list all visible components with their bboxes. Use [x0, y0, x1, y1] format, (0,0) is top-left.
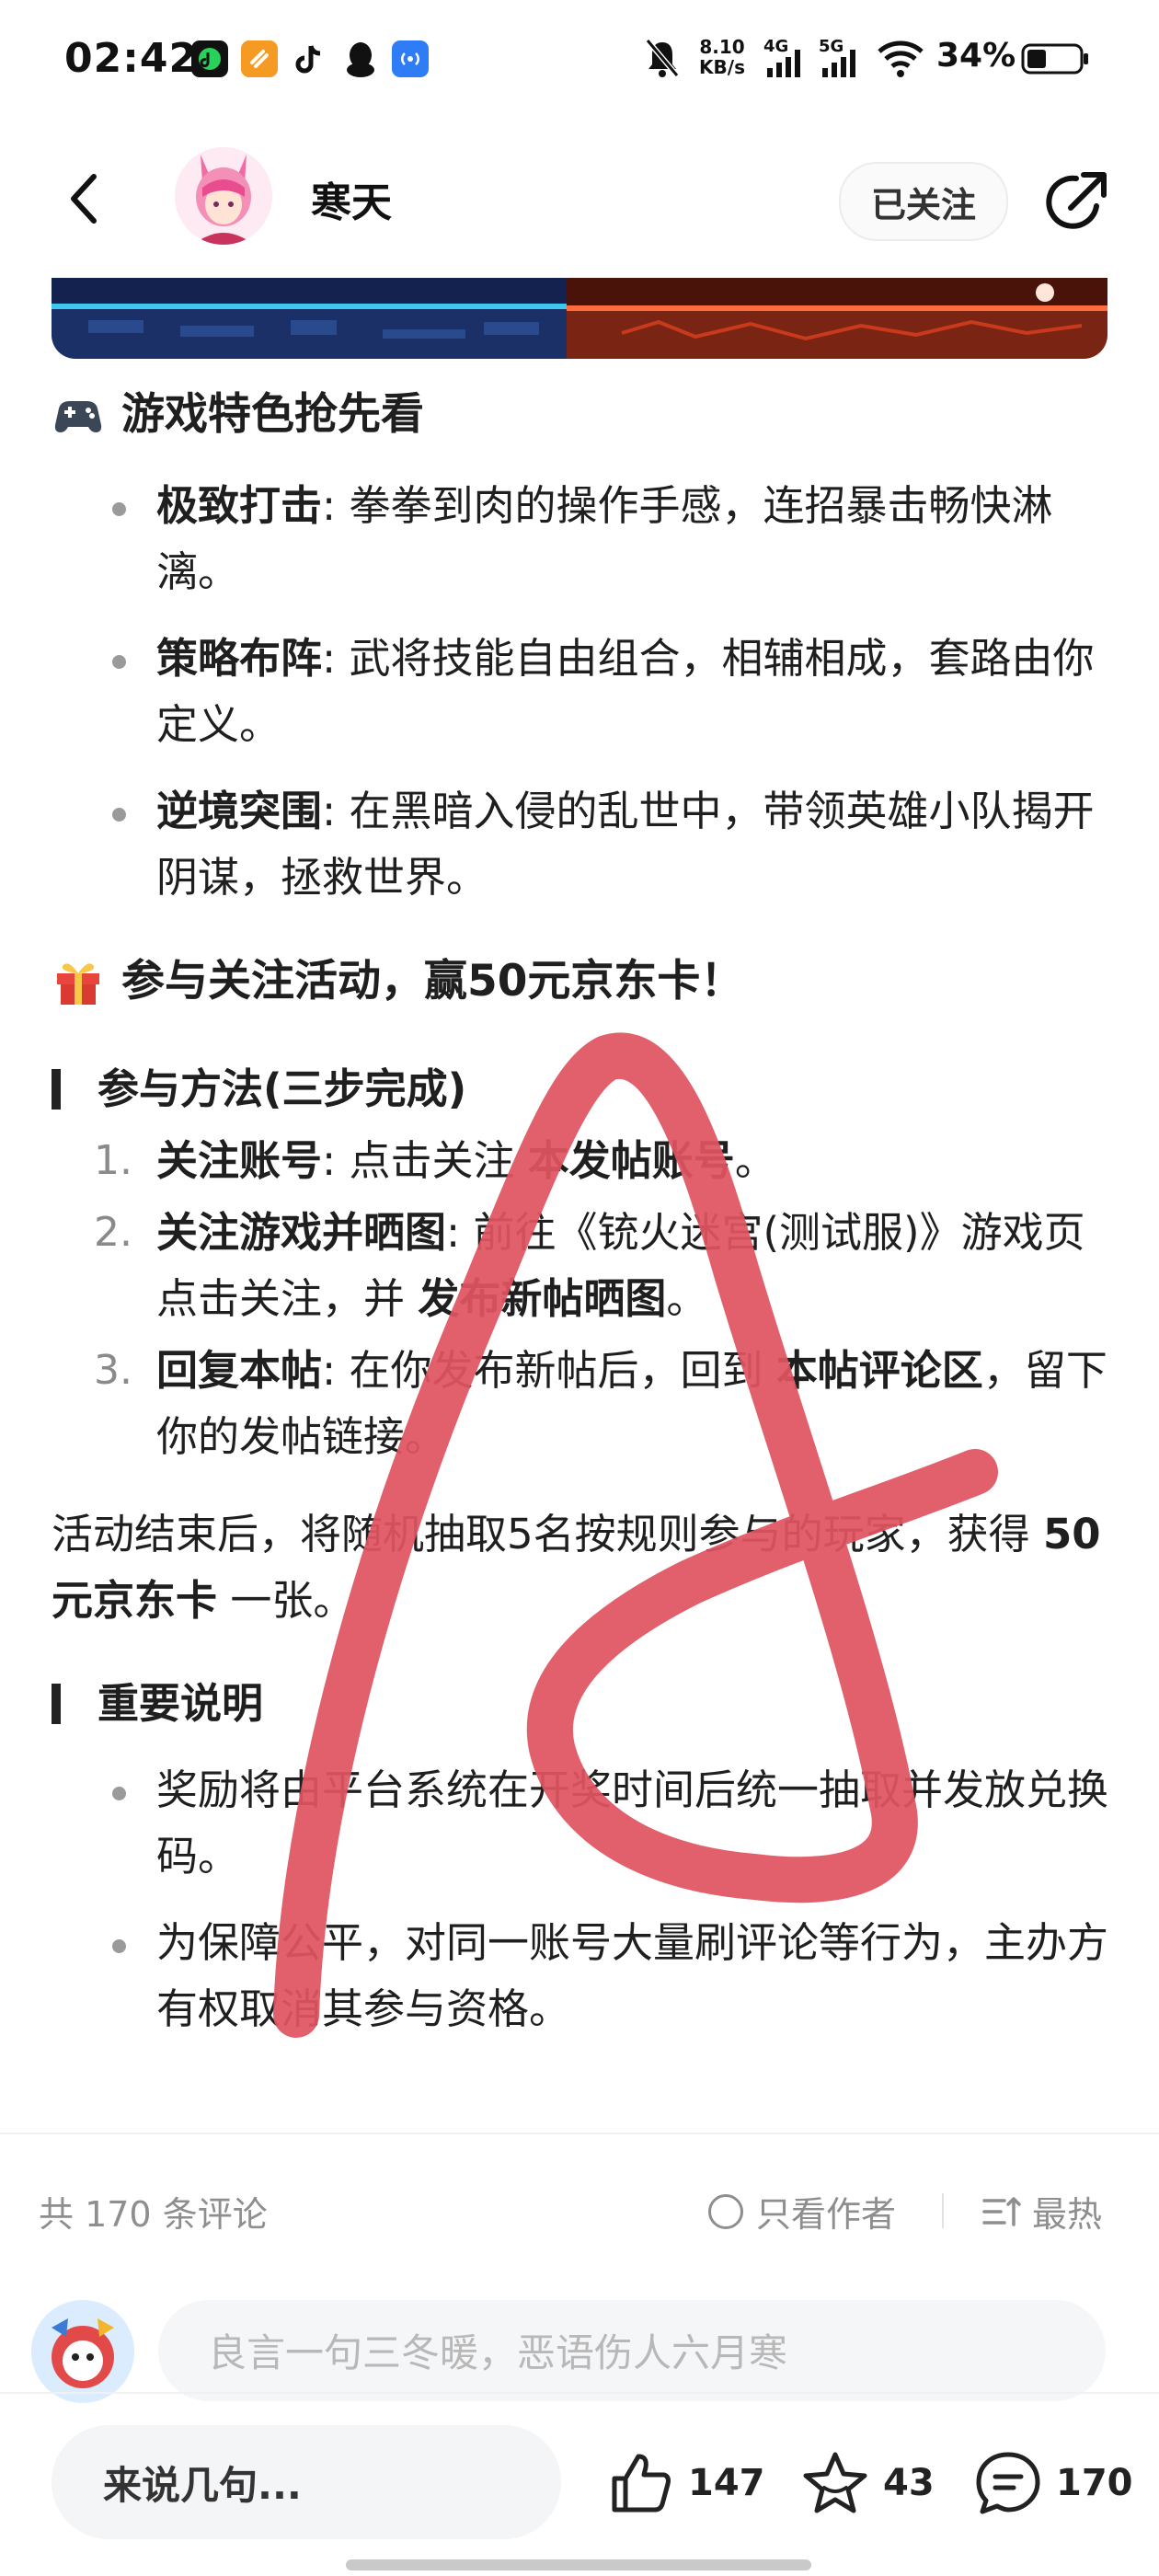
step-highlight: 发布新帖晒图 [418, 1274, 667, 1323]
step-number: 1. [94, 1137, 132, 1184]
wifi-icon [876, 39, 925, 79]
features-title: 游戏特色抢先看 [121, 389, 424, 440]
list-item: 极致打击: 拳拳到肉的操作手感，连招暴击畅快淋漓。 [52, 473, 1109, 605]
comment-bubble-icon [976, 2452, 1040, 2514]
notes-title: 重要说明 [98, 1679, 264, 1728]
net-speed: 8.10 KB/s [699, 36, 745, 78]
follow-button[interactable]: 已关注 [839, 162, 1008, 241]
sort-icon [982, 2196, 1021, 2226]
feature-title: 极致打击 [156, 481, 323, 530]
author-name[interactable]: 寒天 [311, 169, 392, 228]
favorite-button[interactable]: 43 [800, 2449, 935, 2517]
notes-list: 奖励将由平台系统在开奖时间后统一抽取并发放兑换码。 为保障公平，对同一账号大量刷… [52, 1757, 1109, 2042]
back-button[interactable] [61, 171, 116, 226]
signal-5g-icon: 5G [819, 37, 865, 81]
method-title: 参与方法(三步完成) [98, 1064, 467, 1113]
battery-percent: 34% [936, 37, 1016, 75]
summary-text: 活动结束后，将随机抽取5名按规则参与的玩家，获得 [52, 1510, 1043, 1558]
chevron-left-icon [71, 174, 97, 224]
like-count: 147 [688, 2462, 765, 2504]
step-number: 3. [94, 1347, 132, 1394]
list-item: 3. 回复本帖: 在你发布新帖后，回到 本帖评论区，留下你的发帖链接。 [52, 1338, 1109, 1470]
list-item: 逆境突围: 在黑暗入侵的乱世中，带领英雄小队揭开阴谋，拯救世界。 [52, 778, 1109, 911]
say-placeholder: 来说几句... [103, 2462, 302, 2508]
comment-button[interactable]: 170 [973, 2449, 1133, 2517]
author-avatar[interactable] [175, 147, 272, 245]
list-item: 为保障公平，对同一账号大量刷评论等行为，主办方有权取消其参与资格。 [52, 1910, 1109, 2042]
step-number: 2. [94, 1209, 132, 1256]
features-section-title: 游戏特色抢先看 [52, 377, 1109, 453]
steps-list: 1. 关注账号: 点击关注 本发帖账号。 2. 关注游戏并晒图: 前往《铳火迷宫… [52, 1128, 1109, 1470]
method-subhead: 参与方法(三步完成) [52, 1056, 1109, 1122]
user-avatar [31, 2300, 134, 2403]
star-icon [803, 2452, 867, 2513]
list-item: 策略布阵: 武将技能自由组合，相辅相成，套路由你定义。 [52, 626, 1109, 758]
radio-icon [708, 2193, 743, 2229]
post-content: 游戏特色抢先看 极致打击: 拳拳到肉的操作手感，连招暴击畅快淋漓。 策略布阵: … [52, 377, 1109, 2130]
step-title: 关注账号 [156, 1136, 323, 1185]
list-item: 2. 关注游戏并晒图: 前往《铳火迷宫(测试服)》游戏页点击关注，并 发布新帖晒… [52, 1200, 1109, 1332]
sort-label: 最热 [1032, 2194, 1103, 2235]
radio-app-icon [392, 40, 429, 77]
mute-bell-icon [644, 37, 681, 79]
step-text: : 在你发布新帖后，回到 [322, 1346, 776, 1395]
feature-title: 逆境突围 [156, 787, 323, 835]
signal-4g-icon: 4G [763, 37, 809, 81]
comment-count: 共 170 条评论 [39, 2194, 268, 2235]
summary-paragraph: 活动结束后，将随机抽取5名按规则参与的玩家，获得 50元京东卡 一张。 [52, 1501, 1109, 1634]
favorite-count: 43 [883, 2462, 935, 2504]
status-time: 02:42 [64, 35, 199, 82]
notes-subhead: 重要说明 [52, 1671, 1109, 1737]
subhead-bar [52, 1684, 61, 1724]
summary-text-end: 一张。 [217, 1576, 355, 1625]
stripe-app-icon [241, 40, 278, 77]
list-item: 1. 关注账号: 点击关注 本发帖账号。 [52, 1128, 1109, 1194]
share-icon [1046, 172, 1107, 229]
event-title: 参与关注活动，赢50元京东卡！ [121, 956, 744, 1006]
subhead-bar [52, 1069, 61, 1110]
step-title: 回复本帖 [156, 1346, 323, 1395]
gamepad-icon [54, 401, 102, 432]
post-image-banner[interactable] [52, 278, 1107, 359]
sort-button[interactable]: 最热 [981, 2186, 1102, 2237]
step-highlight: 本发帖账号 [527, 1136, 735, 1185]
status-bar: 02:42 8.10 KB/s 4G 5G 34% [0, 0, 1159, 129]
say-something-input[interactable]: 来说几句... [52, 2425, 561, 2539]
feature-title: 策略布阵 [156, 634, 323, 683]
step-title: 关注游戏并晒图 [156, 1208, 447, 1257]
comment-count-stat: 170 [1056, 2462, 1133, 2504]
list-item: 奖励将由平台系统在开奖时间后统一抽取并发放兑换码。 [52, 1757, 1109, 1890]
share-button[interactable] [1039, 166, 1113, 239]
step-text-end: 。 [734, 1136, 776, 1185]
thumbs-up-icon [612, 2454, 671, 2513]
author-only-toggle[interactable]: 只看作者 [708, 2186, 896, 2237]
qq-penguin-icon [342, 39, 379, 79]
divider [0, 2133, 1159, 2134]
step-text-end: 。 [666, 1274, 708, 1323]
like-button[interactable]: 147 [607, 2449, 765, 2517]
battery-icon [1021, 42, 1091, 75]
features-list: 极致打击: 拳拳到肉的操作手感，连招暴击畅快淋漓。 策略布阵: 武将技能自由组合… [52, 473, 1109, 911]
divider [0, 2392, 1159, 2394]
divider [942, 2193, 944, 2228]
comment-input-placeholder: 良言一句三冬暖，恶语伤人六月寒 [208, 2330, 788, 2375]
step-highlight: 本帖评论区 [775, 1346, 983, 1395]
author-only-label: 只看作者 [756, 2194, 897, 2235]
home-indicator [346, 2559, 811, 2570]
gift-icon [57, 963, 99, 1005]
event-section-title: 参与关注活动，赢50元京东卡！ [52, 944, 1109, 1019]
step-text: : 点击关注 [322, 1136, 528, 1185]
music-app-icon [191, 40, 228, 77]
tiktok-icon [291, 40, 327, 77]
